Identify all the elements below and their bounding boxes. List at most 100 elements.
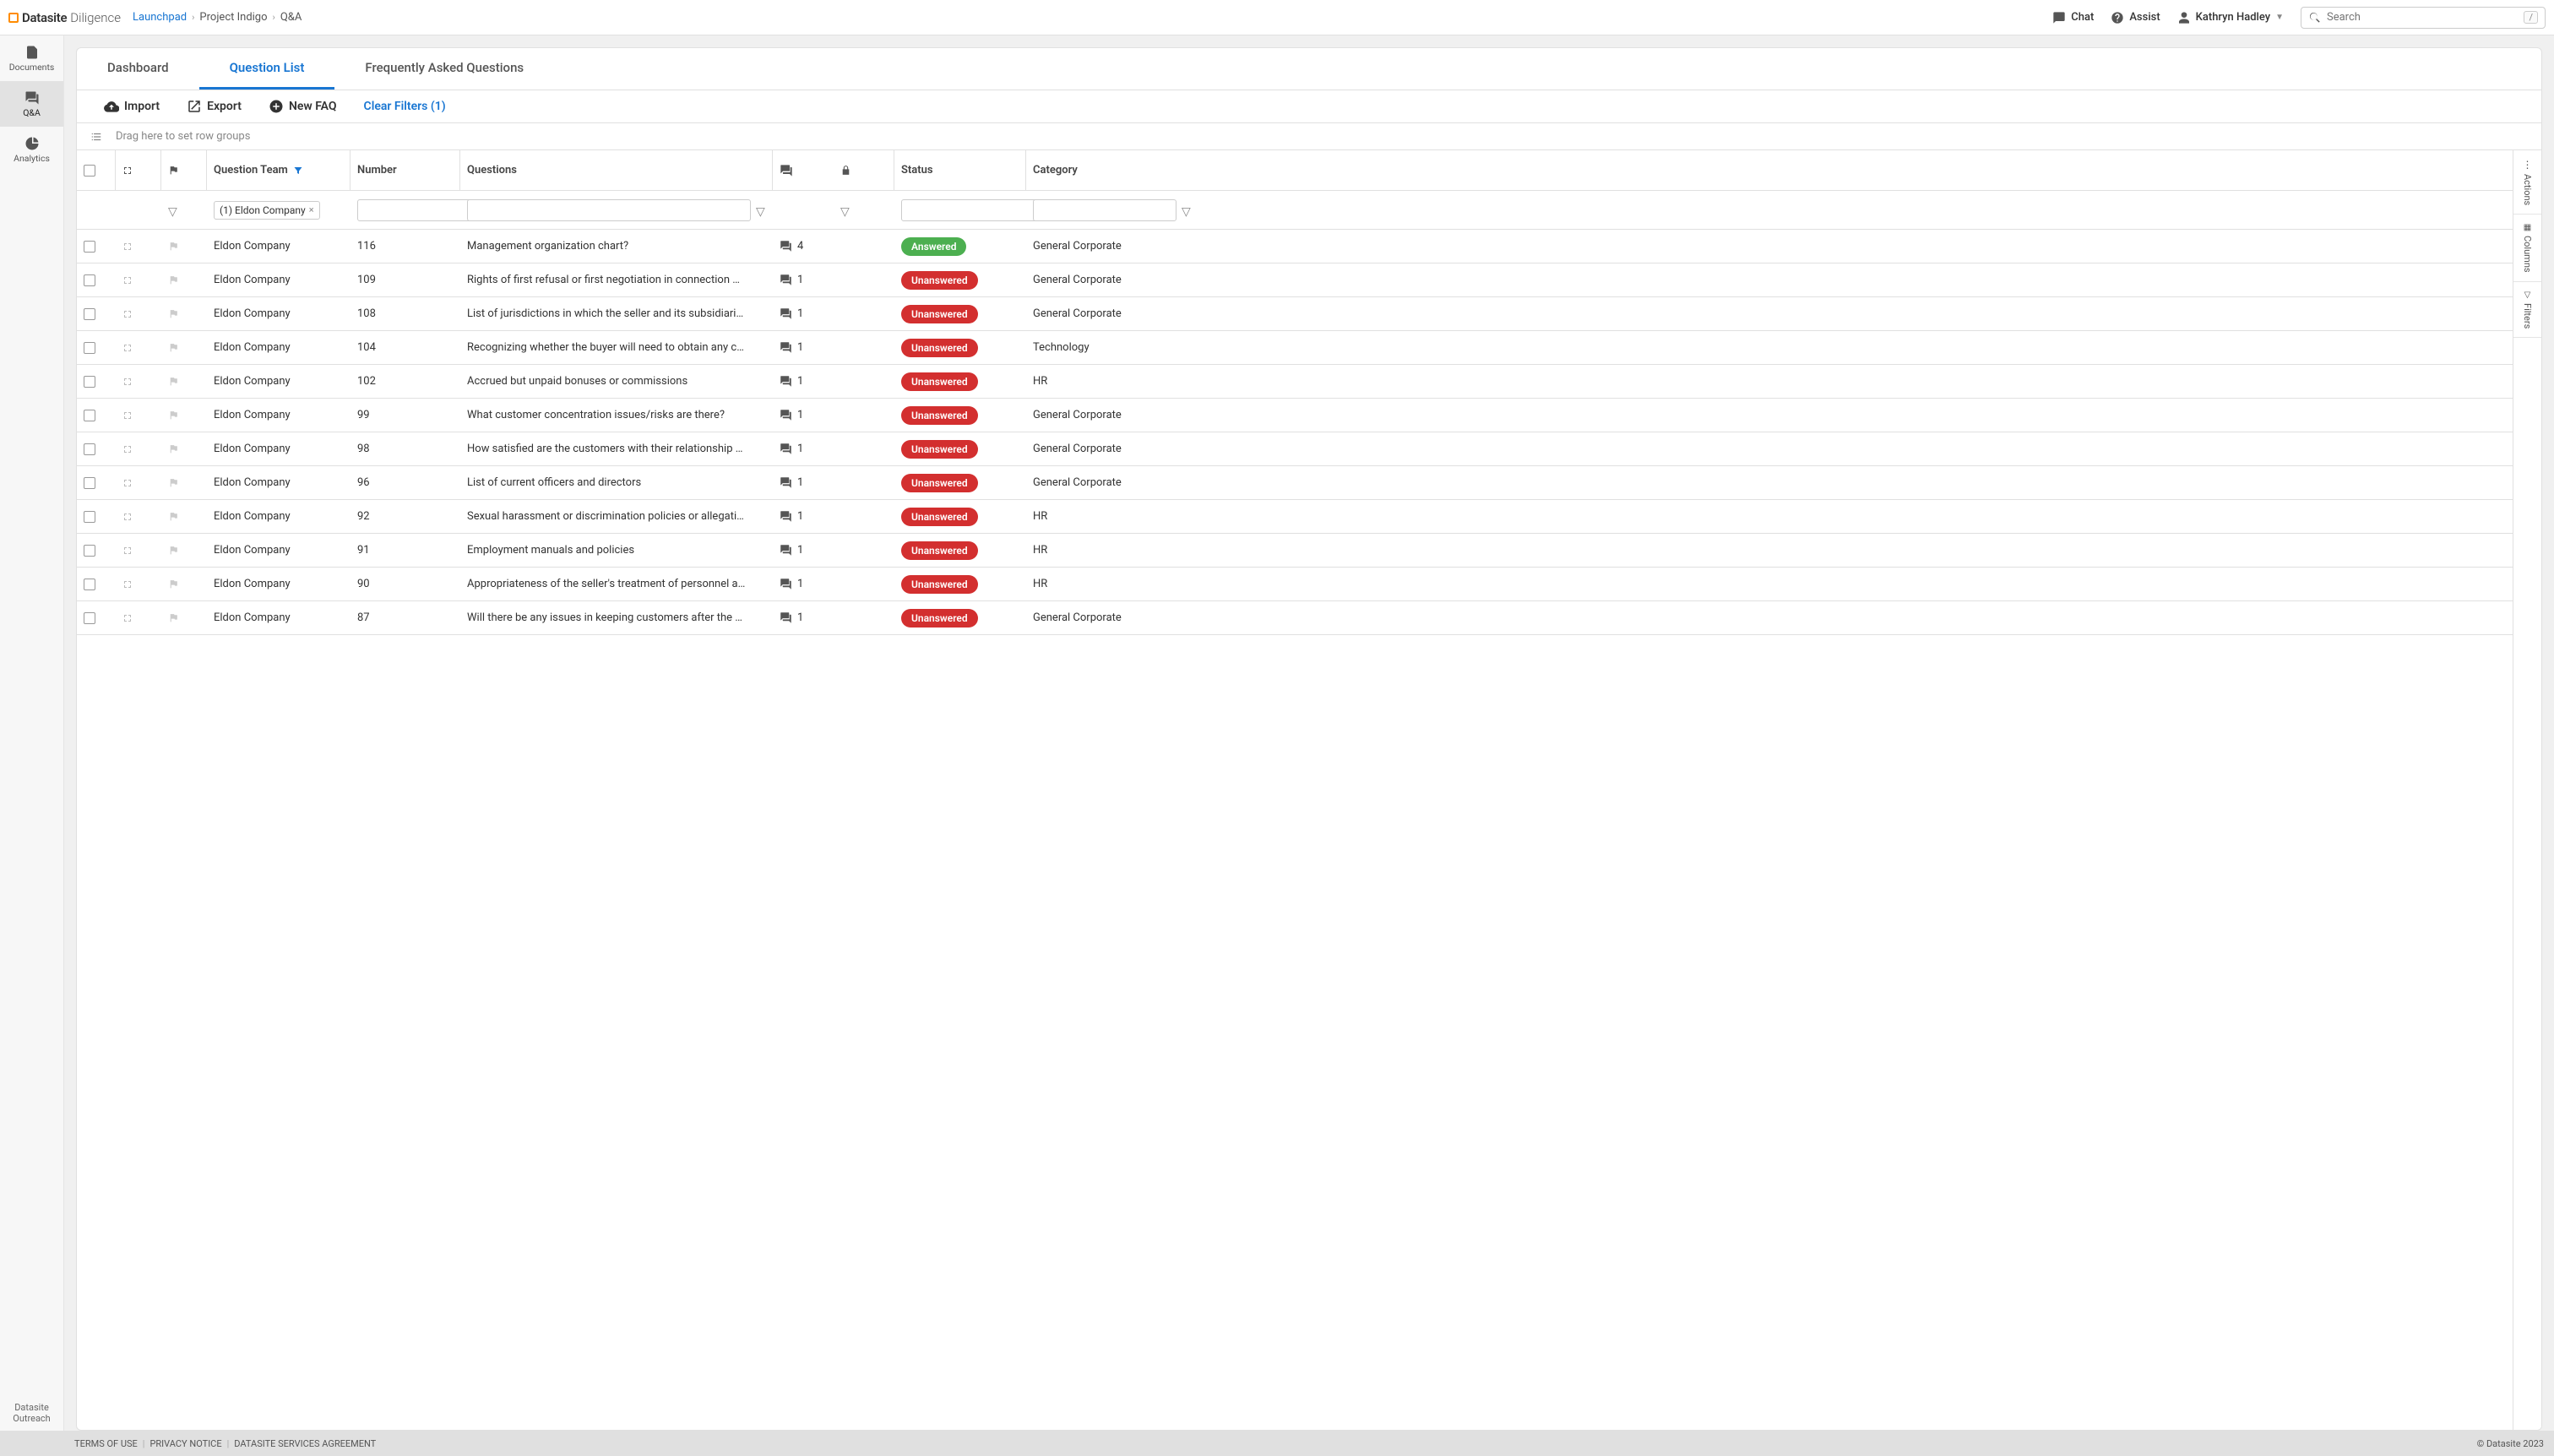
table-row[interactable]: Eldon Company 98 How satisfied are the c… [77,432,2513,466]
question-filter-input[interactable] [467,199,751,221]
col-questions[interactable]: Questions [460,150,773,190]
row-checkbox[interactable] [84,477,95,489]
rail-columns[interactable]: ▦ Columns [2513,215,2541,282]
col-lock[interactable] [834,150,894,190]
col-number[interactable]: Number [350,150,460,190]
footer-terms[interactable]: TERMS OF USE [74,1438,138,1449]
status-filter-input[interactable] [901,199,1045,221]
nav-outreach[interactable]: Datasite Outreach [0,1395,63,1431]
filter-lock[interactable]: ▽ [840,205,850,215]
row-comments[interactable]: 1 [773,375,834,388]
row-comments[interactable]: 1 [773,544,834,557]
nav-qa[interactable]: Q&A [0,81,63,127]
expand-icon[interactable] [122,478,133,488]
expand-icon[interactable] [122,309,133,319]
row-checkbox[interactable] [84,376,95,388]
table-row[interactable]: Eldon Company 99 What customer concentra… [77,399,2513,432]
filter-flag[interactable]: ▽ [168,205,178,215]
team-filter-chip[interactable]: (1) Eldon Company × [214,201,320,220]
flag-icon[interactable] [168,342,179,353]
global-search[interactable]: / [2301,7,2546,29]
flag-icon[interactable] [168,545,179,556]
row-checkbox[interactable] [84,612,95,624]
row-checkbox[interactable] [84,545,95,557]
row-comments[interactable]: 1 [773,476,834,489]
col-comments[interactable] [773,150,834,190]
expand-icon[interactable] [122,275,133,285]
assist-button[interactable]: Assist [2111,11,2160,24]
breadcrumb-launchpad[interactable]: Launchpad [133,11,187,24]
expand-icon[interactable] [122,512,133,522]
row-checkbox[interactable] [84,443,95,455]
row-checkbox[interactable] [84,274,95,286]
row-comments[interactable]: 1 [773,274,834,286]
row-comments[interactable]: 1 [773,510,834,523]
expand-icon[interactable] [122,343,133,353]
table-row[interactable]: Eldon Company 109 Rights of first refusa… [77,263,2513,297]
expand-icon[interactable] [122,242,133,252]
row-comments[interactable]: 1 [773,409,834,421]
export-button[interactable]: Export [187,99,242,114]
new-faq-button[interactable]: New FAQ [269,99,337,114]
rail-actions[interactable]: ⋮ Actions [2513,150,2541,215]
row-checkbox[interactable] [84,241,95,253]
row-checkbox[interactable] [84,511,95,523]
tab-question-list[interactable]: Question List [199,48,335,90]
flag-icon[interactable] [168,443,179,454]
table-row[interactable]: Eldon Company 91 Employment manuals and … [77,534,2513,568]
table-row[interactable]: Eldon Company 96 List of current officer… [77,466,2513,500]
flag-icon[interactable] [168,579,179,589]
filter-category[interactable]: ▽ [1182,205,1191,215]
row-checkbox[interactable] [84,579,95,590]
clear-filters-button[interactable]: Clear Filters (1) [364,100,446,113]
flag-icon[interactable] [168,241,179,252]
expand-icon[interactable] [122,579,133,589]
row-comments[interactable]: 1 [773,307,834,320]
row-checkbox[interactable] [84,342,95,354]
expand-icon[interactable] [122,410,133,421]
col-status[interactable]: Status [894,150,1026,190]
flag-icon[interactable] [168,612,179,623]
table-row[interactable]: Eldon Company 90 Appropriateness of the … [77,568,2513,601]
expand-icon[interactable] [122,444,133,454]
table-row[interactable]: Eldon Company 102 Accrued but unpaid bon… [77,365,2513,399]
expand-icon[interactable] [122,377,133,387]
footer-agreement[interactable]: DATASITE SERVICES AGREEMENT [234,1438,376,1449]
col-question-team[interactable]: Question Team [207,150,350,190]
breadcrumb-project[interactable]: Project Indigo [199,11,267,24]
row-checkbox[interactable] [84,308,95,320]
flag-icon[interactable] [168,274,179,285]
group-bar[interactable]: Drag here to set row groups [77,123,2541,150]
row-comments[interactable]: 4 [773,240,834,253]
category-filter-input[interactable] [1033,199,1176,221]
col-category[interactable]: Category [1026,150,1176,190]
filter-question[interactable]: ▽ [756,205,766,215]
nav-documents[interactable]: Documents [0,35,63,81]
expand-icon[interactable] [122,613,133,623]
user-menu[interactable]: Kathryn Hadley ▼ [2177,11,2284,24]
tab-dashboard[interactable]: Dashboard [77,48,199,90]
row-comments[interactable]: 1 [773,341,834,354]
footer-privacy[interactable]: PRIVACY NOTICE [149,1438,221,1449]
close-icon[interactable]: × [309,204,314,215]
expand-icon[interactable] [122,546,133,556]
row-comments[interactable]: 1 [773,611,834,624]
table-row[interactable]: Eldon Company 87 Will there be any issue… [77,601,2513,635]
tab-faq[interactable]: Frequently Asked Questions [334,48,554,90]
chat-button[interactable]: Chat [2052,11,2094,24]
rail-filters[interactable]: ▽ Filters [2513,282,2541,338]
search-input[interactable] [2327,11,2524,24]
flag-icon[interactable] [168,410,179,421]
table-row[interactable]: Eldon Company 116 Management organizatio… [77,230,2513,263]
table-row[interactable]: Eldon Company 108 List of jurisdictions … [77,297,2513,331]
table-row[interactable]: Eldon Company 104 Recognizing whether th… [77,331,2513,365]
row-comments[interactable]: 1 [773,443,834,455]
flag-icon[interactable] [168,477,179,488]
table-row[interactable]: Eldon Company 92 Sexual harassment or di… [77,500,2513,534]
row-comments[interactable]: 1 [773,578,834,590]
row-checkbox[interactable] [84,410,95,421]
import-button[interactable]: Import [104,99,160,114]
flag-icon[interactable] [168,308,179,319]
flag-icon[interactable] [168,376,179,387]
nav-analytics[interactable]: Analytics [0,127,63,172]
